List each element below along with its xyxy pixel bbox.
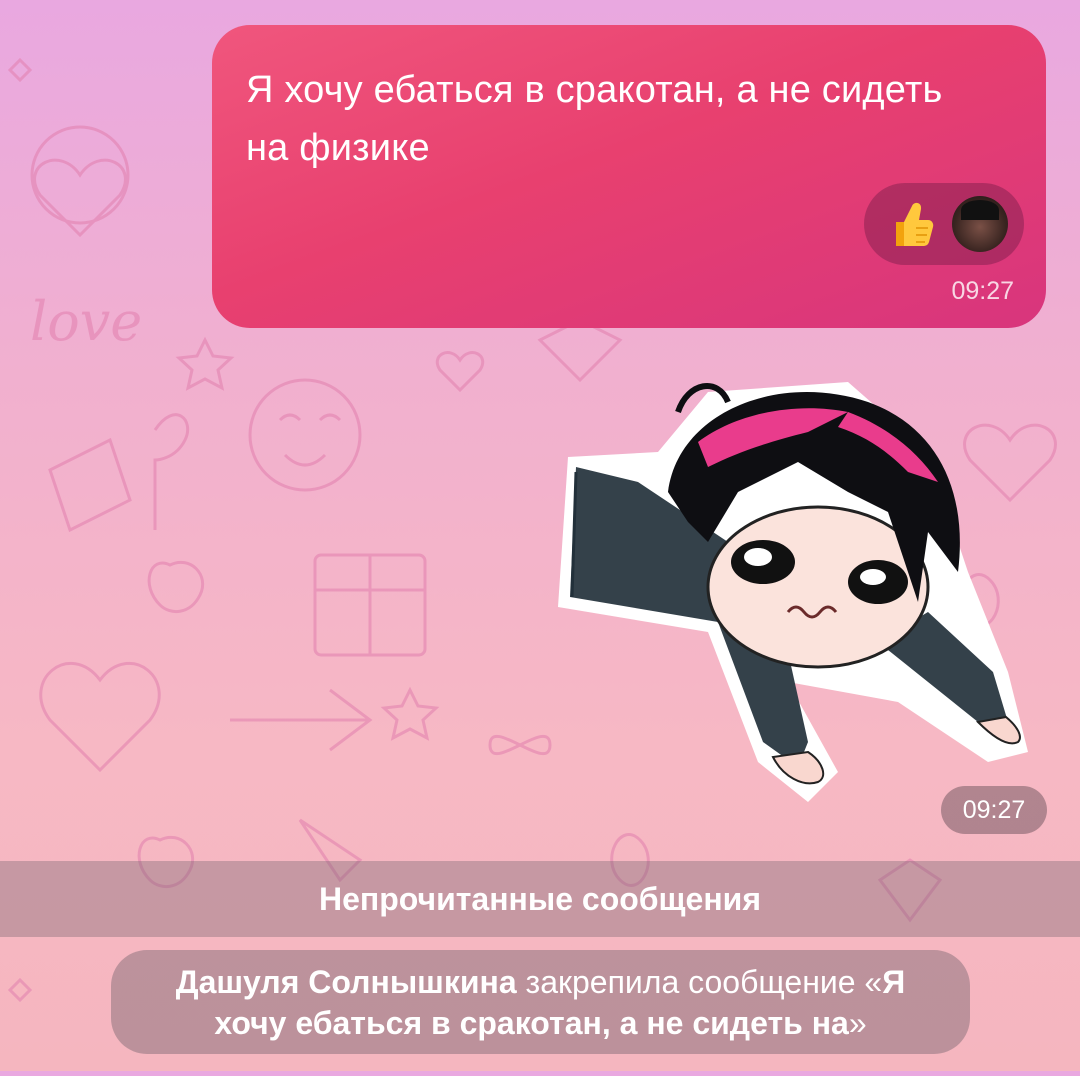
pinned-actor-name[interactable]: Дашуля Солнышкина [176, 964, 517, 1000]
unread-messages-divider: Непрочитанные сообщения [0, 861, 1080, 937]
unread-messages-label: Непрочитанные сообщения [318, 880, 762, 917]
message-timestamp: 09:27 [951, 277, 1014, 305]
svg-text:love: love [30, 290, 142, 353]
sticker-timestamp: 09:27 [941, 786, 1047, 834]
pinned-action-text: закрепила сообщение « [516, 964, 883, 1000]
message-text: Я хочу ебаться в сракотан, а не сидеть н… [246, 69, 943, 169]
anime-character-sticker[interactable] [548, 372, 1048, 812]
reactions-pill[interactable] [864, 183, 1024, 265]
user-avatar[interactable] [952, 196, 1008, 252]
pinned-quote-close: » [848, 1005, 867, 1041]
thumbs-up-icon[interactable] [882, 196, 938, 252]
outgoing-message-bubble[interactable]: Я хочу ебаться в сракотан, а не сидеть н… [212, 25, 1046, 328]
pinned-message-notice[interactable]: Дашуля Солнышкина закрепила сообщение «Я… [111, 950, 970, 1054]
